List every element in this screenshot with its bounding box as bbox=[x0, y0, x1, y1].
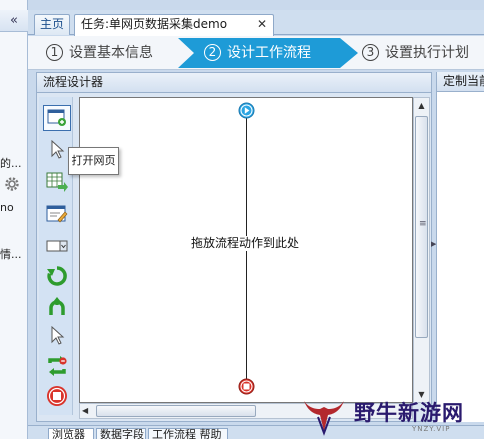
tab-data-fields[interactable]: 数据字段 bbox=[96, 428, 146, 439]
step-number: 1 bbox=[46, 44, 63, 61]
step-label: 设置执行计划 bbox=[385, 45, 469, 61]
document-tab-bar: 主页 任务:单网页数据采集demo ✕ bbox=[28, 10, 484, 36]
mouse-hover-icon bbox=[51, 326, 65, 345]
left-side-panel: « 的... no 情... bbox=[0, 0, 28, 439]
scroll-up-icon[interactable]: ▲ bbox=[414, 98, 429, 113]
loop-click-tool[interactable] bbox=[43, 353, 71, 379]
open-page-tool[interactable] bbox=[43, 105, 71, 131]
branch-tool[interactable] bbox=[43, 293, 71, 319]
tab-browser[interactable]: 浏览器 bbox=[48, 428, 94, 439]
loop-click-icon bbox=[48, 356, 67, 376]
start-node-icon[interactable] bbox=[238, 102, 255, 119]
watermark: 野牛新游网 YNZY.VIP bbox=[300, 395, 484, 439]
vertical-scrollbar[interactable]: ▲ ≡ ▼ bbox=[413, 97, 430, 403]
left-item-text: 情... bbox=[0, 248, 22, 261]
drop-hint-text: 拖放流程动作到此处 bbox=[190, 236, 300, 251]
left-item-text: 的... bbox=[0, 157, 22, 170]
click-element-icon bbox=[51, 140, 65, 159]
stop-tool[interactable] bbox=[43, 383, 71, 409]
panel-title: 定制当前 bbox=[437, 72, 484, 92]
select-dropdown-tool[interactable] bbox=[43, 233, 71, 259]
action-toolbox bbox=[39, 97, 73, 415]
step-number: 2 bbox=[204, 44, 221, 61]
customize-panel: 定制当前 bbox=[436, 72, 484, 422]
bull-logo-icon bbox=[304, 401, 344, 436]
panel-title: 流程设计器 bbox=[37, 73, 431, 93]
scroll-left-icon[interactable]: ◀ bbox=[82, 404, 88, 418]
mouse-hover-tool[interactable] bbox=[43, 323, 71, 349]
workflow-designer-panel: 流程设计器 拖放流程动作到此处 ▲ ≡ ▼ ◀ bbox=[36, 72, 432, 422]
step-label: 设计工作流程 bbox=[227, 45, 311, 61]
tab-task[interactable]: 任务:单网页数据采集demo ✕ bbox=[74, 14, 274, 36]
left-item-text: no bbox=[0, 201, 14, 214]
select-dropdown-icon bbox=[46, 240, 68, 252]
step-design-workflow[interactable]: 2 设计工作流程 bbox=[204, 40, 311, 66]
extract-data-icon bbox=[46, 172, 68, 192]
watermark-sub: YNZY.VIP bbox=[412, 425, 451, 433]
loop-tool[interactable] bbox=[43, 263, 71, 289]
workflow-canvas[interactable]: 拖放流程动作到此处 bbox=[79, 97, 413, 403]
scroll-thumb[interactable] bbox=[96, 405, 256, 417]
loop-icon bbox=[47, 266, 67, 286]
input-text-icon bbox=[46, 205, 68, 223]
step-basic-info[interactable]: 1 设置基本信息 bbox=[46, 40, 153, 66]
step-execution-plan[interactable]: 3 设置执行计划 bbox=[362, 40, 469, 66]
input-text-tool[interactable] bbox=[43, 201, 71, 227]
tab-workflow-help[interactable]: 工作流程 帮助 bbox=[148, 428, 228, 439]
grip-icon: ≡ bbox=[419, 219, 427, 229]
stop-icon bbox=[47, 386, 67, 406]
open-page-icon bbox=[47, 109, 66, 126]
step-wizard: 1 设置基本信息 2 设计工作流程 3 设置执行计划 bbox=[28, 36, 484, 70]
close-icon[interactable]: ✕ bbox=[257, 15, 267, 34]
step-number: 3 bbox=[362, 44, 379, 61]
branch-icon bbox=[49, 297, 65, 315]
gear-icon[interactable] bbox=[4, 176, 20, 192]
watermark-brand: 野牛新游网 bbox=[354, 401, 464, 425]
click-element-tool[interactable] bbox=[43, 137, 71, 163]
tab-home[interactable]: 主页 bbox=[34, 14, 70, 35]
collapse-panel-button[interactable]: « bbox=[0, 10, 28, 32]
tab-task-label: 任务:单网页数据采集demo bbox=[81, 17, 228, 31]
extract-data-tool[interactable] bbox=[43, 169, 71, 195]
tooltip: 打开网页 bbox=[68, 147, 119, 175]
end-node-icon[interactable] bbox=[238, 378, 255, 395]
step-label: 设置基本信息 bbox=[69, 45, 153, 61]
scroll-thumb[interactable]: ≡ bbox=[415, 116, 428, 338]
